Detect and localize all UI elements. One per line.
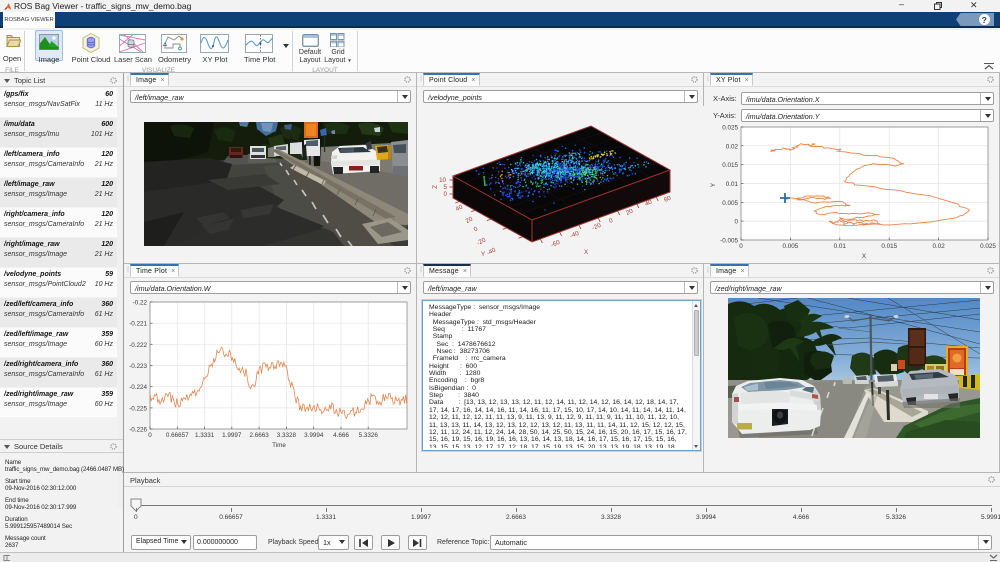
svg-text:-0.224: -0.224 — [129, 384, 147, 391]
svg-text:X: X — [862, 253, 867, 260]
svg-text:0.66657: 0.66657 — [166, 432, 189, 439]
svg-text:0: 0 — [739, 243, 743, 250]
svg-text:Y: Y — [481, 251, 485, 258]
svg-text:0: 0 — [148, 432, 152, 439]
svg-text:4.666: 4.666 — [333, 432, 349, 439]
svg-text:1.9997: 1.9997 — [222, 432, 242, 439]
svg-text:0: 0 — [734, 219, 738, 226]
svg-text:0.005: 0.005 — [722, 200, 738, 207]
svg-text:1.3331: 1.3331 — [195, 432, 215, 439]
svg-text:-0.222: -0.222 — [129, 342, 147, 349]
svg-text:2.6663: 2.6663 — [249, 432, 269, 439]
svg-text:-0.226: -0.226 — [129, 427, 147, 434]
svg-text:10: 10 — [439, 177, 446, 184]
svg-text:-0.221: -0.221 — [129, 321, 147, 328]
svg-text:-0.223: -0.223 — [129, 363, 147, 370]
svg-text:0.015: 0.015 — [881, 243, 897, 250]
svg-text:3.3328: 3.3328 — [277, 432, 297, 439]
svg-text:-0.22: -0.22 — [133, 300, 148, 307]
svg-text:0.025: 0.025 — [722, 125, 738, 132]
svg-text:0.01: 0.01 — [726, 181, 739, 188]
svg-text:0.005: 0.005 — [783, 243, 799, 250]
svg-text:Z: Z — [432, 185, 439, 189]
svg-text:3.9994: 3.9994 — [304, 432, 324, 439]
svg-text:5: 5 — [444, 184, 448, 191]
svg-text:0.025: 0.025 — [980, 243, 996, 250]
svg-text:0.01: 0.01 — [834, 243, 847, 250]
svg-text:X: X — [584, 249, 588, 256]
svg-text:-0.225: -0.225 — [129, 405, 147, 412]
svg-text:0: 0 — [444, 191, 448, 198]
svg-text:0.02: 0.02 — [932, 243, 945, 250]
svg-text:0.02: 0.02 — [726, 143, 739, 150]
svg-text:5.3326: 5.3326 — [359, 432, 379, 439]
svg-text:0.015: 0.015 — [722, 162, 738, 169]
svg-text:-0.005: -0.005 — [720, 238, 738, 245]
svg-text:Y: Y — [710, 182, 717, 187]
svg-text:Time: Time — [272, 442, 286, 449]
